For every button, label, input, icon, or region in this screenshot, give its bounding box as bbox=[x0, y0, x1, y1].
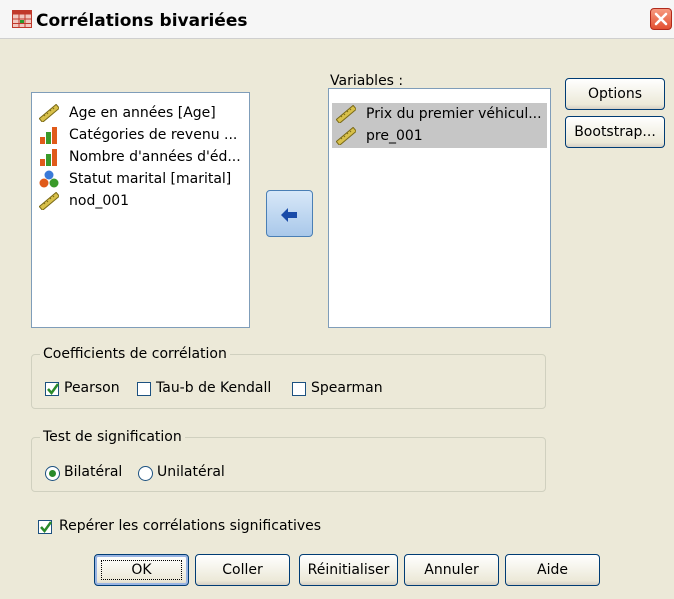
options-label: Options bbox=[587, 86, 643, 102]
reset-button[interactable]: Réinitialiser bbox=[299, 554, 398, 586]
list-item[interactable]: pre_001 bbox=[332, 125, 547, 148]
selected-variables-list[interactable]: Prix du premier véhicul... pre_001 bbox=[328, 88, 551, 328]
scale-ruler-icon bbox=[336, 127, 356, 145]
coefficients-group-title: Coefficients de corrélation bbox=[40, 346, 230, 362]
spearman-checkbox[interactable] bbox=[292, 382, 306, 396]
list-item[interactable]: Nombre d'années d'éd... bbox=[35, 146, 246, 168]
list-item[interactable]: Catégories de revenu ... bbox=[35, 124, 246, 146]
ordinal-bars-icon bbox=[40, 127, 57, 144]
significance-group-title: Test de signification bbox=[40, 429, 185, 445]
cancel-label: Annuler bbox=[424, 562, 479, 578]
pearson-checkbox[interactable] bbox=[45, 382, 60, 396]
kendall-label: Tau-b de Kendall bbox=[156, 380, 272, 396]
list-item[interactable]: Age en années [Age] bbox=[35, 102, 246, 124]
unilateral-radio[interactable] bbox=[138, 466, 153, 481]
ordinal-bars-icon bbox=[40, 149, 57, 166]
list-item-label: nod_001 bbox=[69, 193, 130, 209]
help-label: Aide bbox=[537, 562, 568, 578]
bootstrap-label: Bootstrap... bbox=[574, 124, 656, 140]
source-variable-list[interactable]: Age en années [Age] Catégories de revenu… bbox=[31, 92, 250, 328]
list-item-label: Catégories de revenu ... bbox=[69, 127, 238, 143]
checkmark-icon bbox=[40, 521, 53, 534]
table-app-icon bbox=[12, 10, 32, 28]
radio-dot bbox=[49, 470, 56, 477]
dialog-body: Age en années [Age] Catégories de revenu… bbox=[0, 39, 674, 599]
nominal-circles-icon bbox=[39, 170, 59, 188]
list-item-label: Age en années [Age] bbox=[69, 105, 216, 121]
cancel-button[interactable]: Annuler bbox=[404, 554, 499, 586]
close-icon bbox=[654, 12, 668, 26]
paste-label: Coller bbox=[222, 562, 263, 578]
pearson-label: Pearson bbox=[64, 380, 120, 396]
reset-label: Réinitialiser bbox=[307, 562, 390, 578]
help-button[interactable]: Aide bbox=[505, 554, 600, 586]
list-item-label: Statut marital [marital] bbox=[69, 171, 232, 187]
move-variable-button[interactable] bbox=[266, 190, 313, 237]
paste-button[interactable]: Coller bbox=[195, 554, 290, 586]
spearman-label: Spearman bbox=[311, 380, 383, 396]
window-title: Corrélations bivariées bbox=[36, 11, 248, 31]
list-item[interactable]: Prix du premier véhicul... bbox=[332, 103, 547, 125]
ok-label: OK bbox=[131, 562, 152, 578]
list-item[interactable]: nod_001 bbox=[35, 190, 246, 212]
title-bar[interactable]: Corrélations bivariées bbox=[0, 0, 674, 39]
flag-significant-checkbox[interactable] bbox=[38, 520, 53, 534]
scale-ruler-icon bbox=[39, 104, 59, 122]
scale-ruler-icon bbox=[336, 105, 356, 123]
kendall-checkbox[interactable] bbox=[137, 382, 151, 396]
flag-significant-label: Repérer les corrélations significatives bbox=[59, 518, 322, 534]
bootstrap-button[interactable]: Bootstrap... bbox=[565, 116, 665, 148]
ok-button[interactable]: OK bbox=[94, 554, 189, 586]
variables-label: Variables : bbox=[330, 73, 404, 89]
list-item[interactable]: Statut marital [marital] bbox=[35, 168, 246, 190]
bilateral-radio[interactable] bbox=[45, 466, 60, 481]
dialog-window: Corrélations bivariées Age en années [Ag… bbox=[0, 0, 674, 599]
list-item-label: Nombre d'années d'éd... bbox=[69, 149, 241, 165]
list-item-label: pre_001 bbox=[366, 128, 423, 144]
list-item-label: Prix du premier véhicul... bbox=[366, 106, 542, 122]
arrow-left-icon bbox=[281, 208, 297, 222]
close-button[interactable] bbox=[650, 8, 672, 30]
unilateral-label: Unilatéral bbox=[157, 464, 225, 480]
bilateral-label: Bilatéral bbox=[64, 464, 123, 480]
scale-ruler-icon bbox=[39, 192, 59, 210]
options-button[interactable]: Options bbox=[565, 78, 665, 110]
checkmark-icon bbox=[47, 383, 60, 396]
